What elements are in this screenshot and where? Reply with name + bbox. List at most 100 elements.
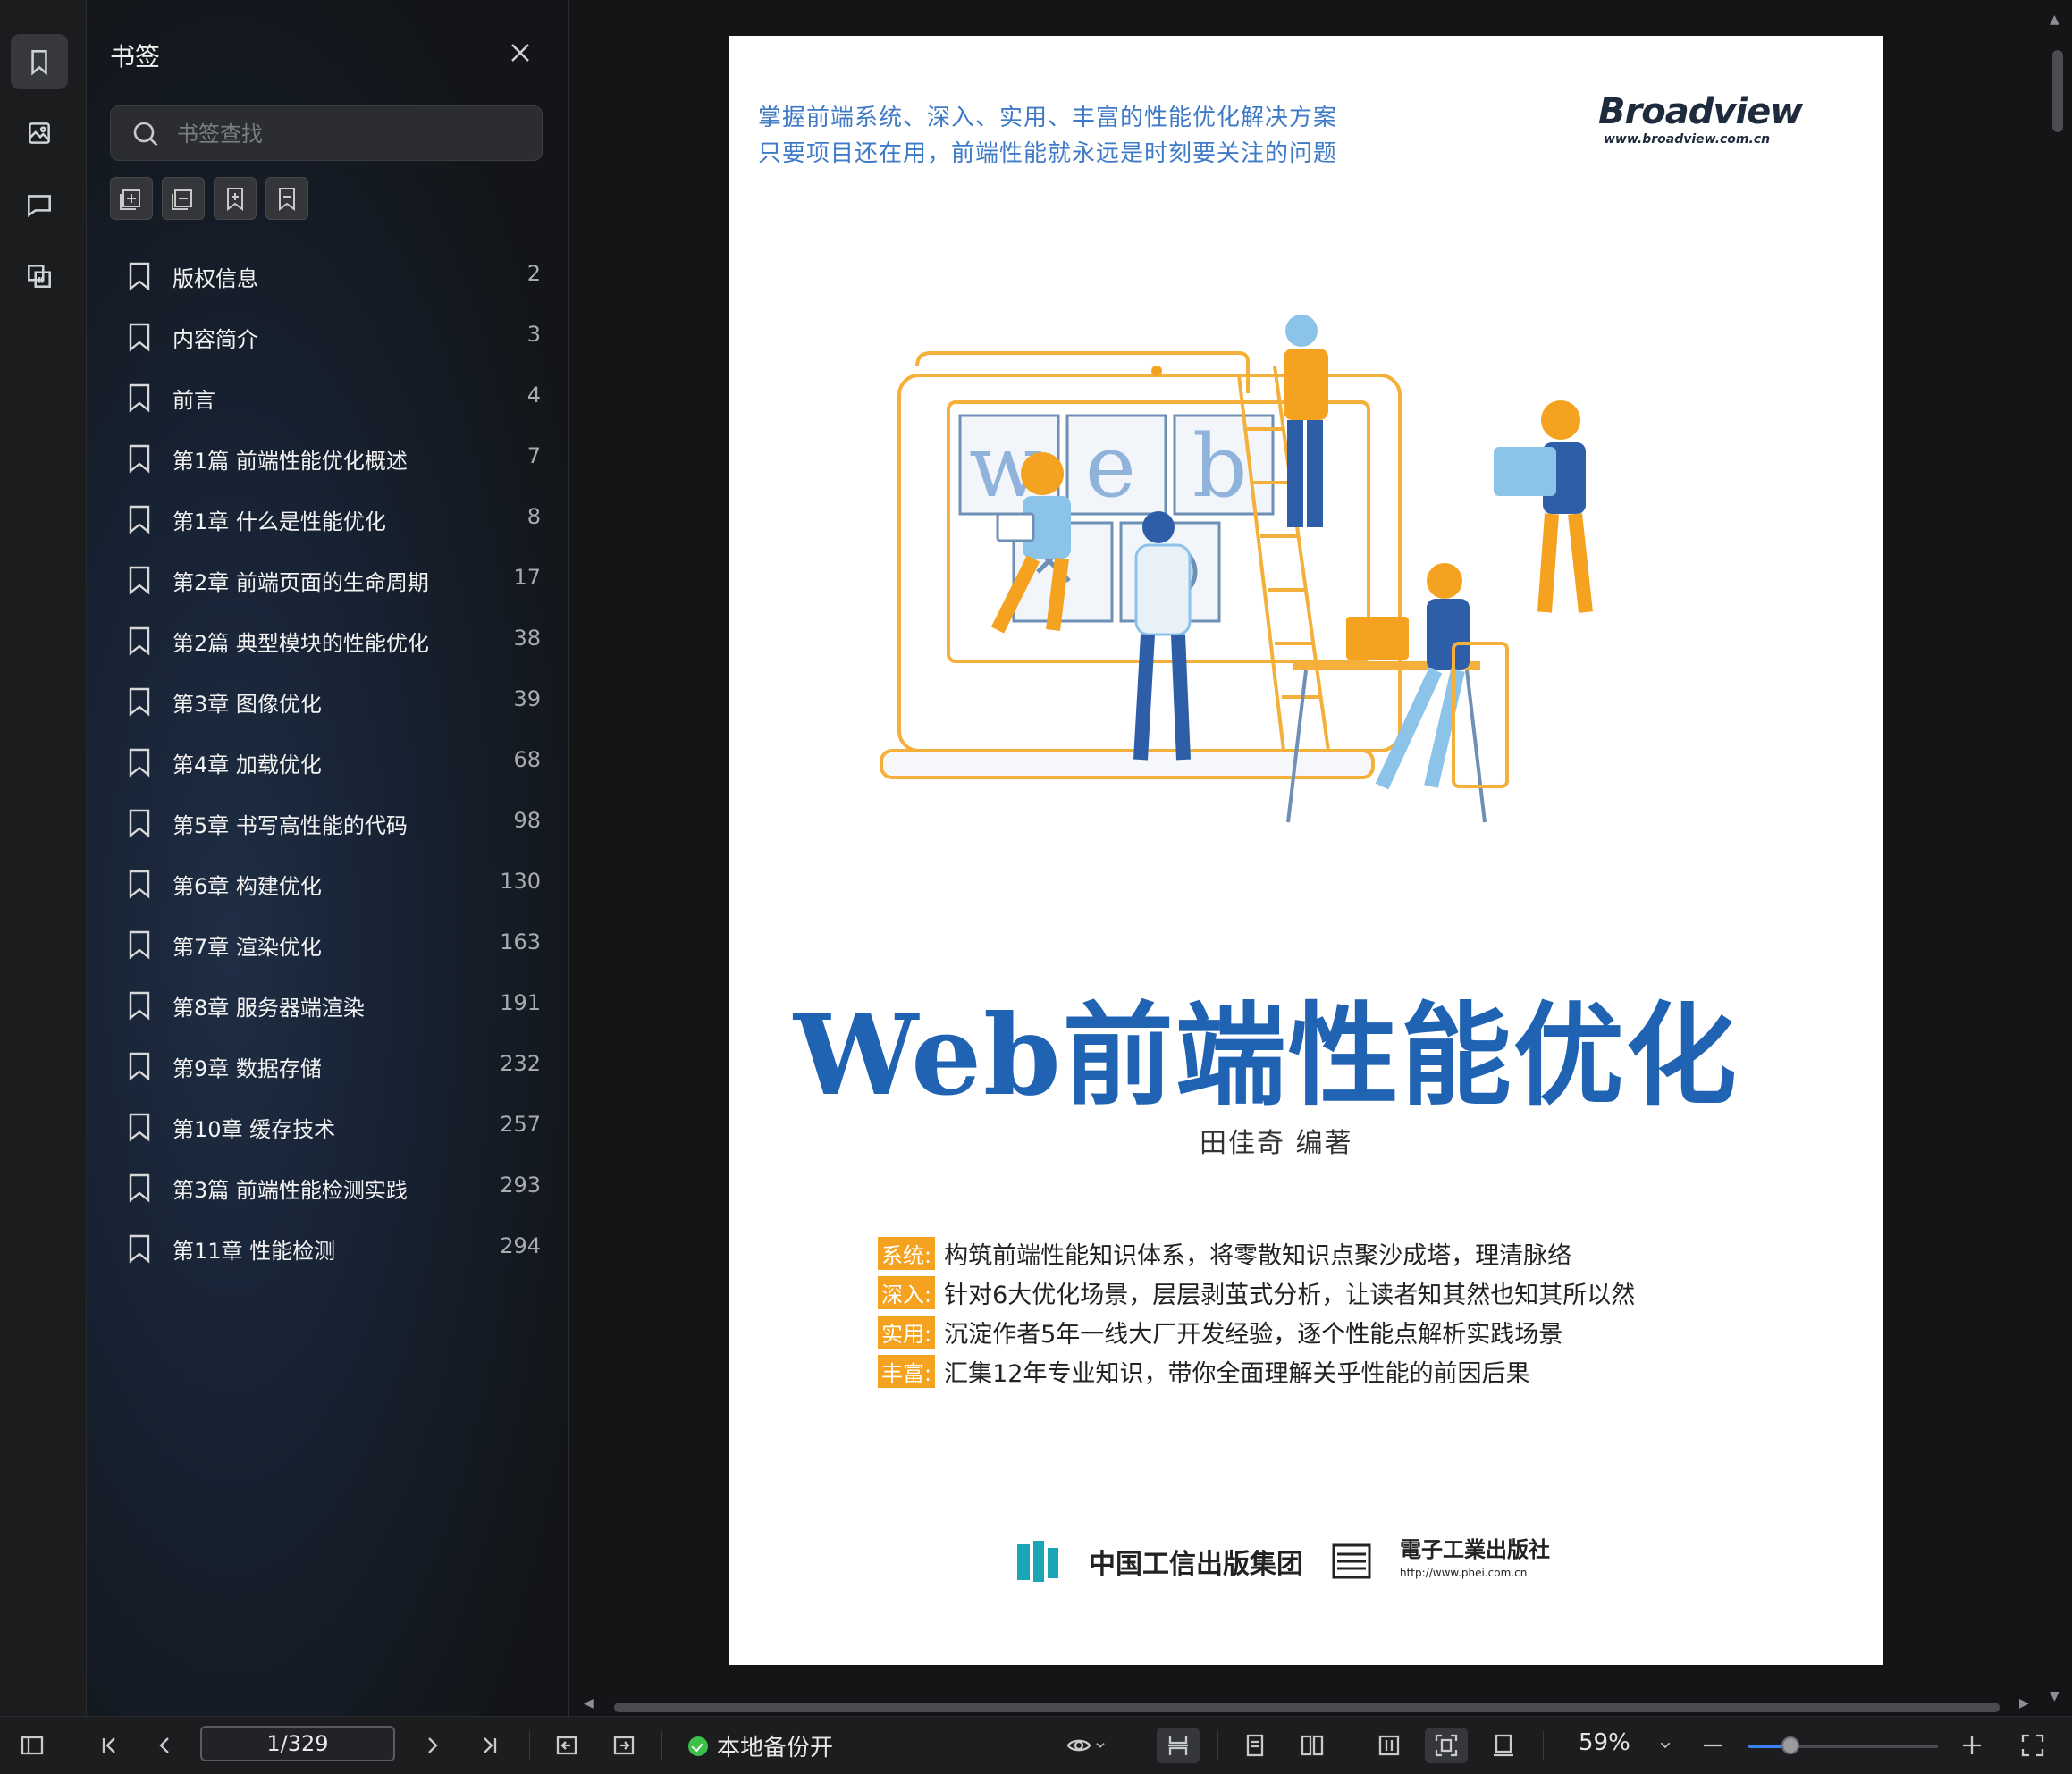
bookmark-icon xyxy=(129,323,150,352)
phei-name: 電子工業出版社 http://www.phei.com.cn xyxy=(1400,1538,1550,1585)
continuous-scroll-icon xyxy=(1168,1736,1188,1755)
rail-bookmarks-button[interactable] xyxy=(11,34,68,89)
bookmark-page-number: 38 xyxy=(513,626,541,651)
zoom-slider-knob[interactable] xyxy=(1781,1736,1799,1754)
bookmark-icon xyxy=(129,809,150,838)
chevron-down-icon xyxy=(1660,1742,1671,1749)
chevron-right-icon xyxy=(428,1737,438,1753)
navigate-forward-button[interactable] xyxy=(606,1728,642,1763)
fullscreen-icon xyxy=(2021,1734,2044,1757)
scroll-right-arrow-icon[interactable]: ▶ xyxy=(2019,1696,2029,1711)
bookmark-icon xyxy=(129,1173,150,1203)
rail-thumbnails-button[interactable] xyxy=(11,105,68,161)
bookmark-page-number: 8 xyxy=(526,504,541,529)
two-page-button[interactable] xyxy=(1293,1728,1332,1763)
phei-url: http://www.phei.com.cn xyxy=(1400,1567,1528,1579)
bookmark-item[interactable]: 第1篇 前端性能优化概述 7 xyxy=(110,427,548,488)
phei-name-text: 電子工業出版社 xyxy=(1400,1537,1550,1562)
bookmark-icon xyxy=(129,626,150,656)
remove-bookmark-button[interactable] xyxy=(265,177,308,220)
minus-icon xyxy=(1704,1744,1722,1747)
bookmark-label: 第6章 构建优化 xyxy=(173,874,322,899)
bookmark-item[interactable]: 第9章 数据存储 232 xyxy=(110,1035,548,1096)
collapse-all-button[interactable] xyxy=(162,177,205,220)
bookmark-label: 第8章 服务器端渲染 xyxy=(173,996,365,1021)
bookmark-item[interactable]: 第2章 前端页面的生命周期 17 xyxy=(110,549,548,610)
page-number-input[interactable] xyxy=(200,1726,395,1761)
chevron-down-icon xyxy=(1096,1743,1105,1748)
zoom-in-button[interactable] xyxy=(1954,1728,1990,1763)
bookmark-page-number: 293 xyxy=(500,1173,541,1198)
bookmark-label: 第3篇 前端性能检测实践 xyxy=(173,1178,408,1203)
miit-group-logo xyxy=(1017,1541,1058,1582)
bookmark-page-number: 17 xyxy=(513,565,541,590)
bookmark-item[interactable]: 第7章 渲染优化 163 xyxy=(110,913,548,974)
expand-all-icon xyxy=(120,189,140,210)
bookmark-item[interactable]: 版权信息 2 xyxy=(110,245,548,306)
fullscreen-button[interactable] xyxy=(2015,1728,2051,1763)
bookmark-search xyxy=(110,105,543,161)
bookmark-item[interactable]: 第1章 什么是性能优化 8 xyxy=(110,488,548,549)
fit-width-button[interactable] xyxy=(1369,1728,1409,1763)
bookmark-item[interactable]: 第3篇 前端性能检测实践 293 xyxy=(110,1156,548,1217)
first-page-button[interactable] xyxy=(91,1728,127,1763)
bookmark-label: 第11章 性能检测 xyxy=(173,1239,336,1264)
local-backup-status[interactable]: 本地备份开 xyxy=(688,1729,833,1762)
previous-page-button[interactable] xyxy=(147,1728,182,1763)
last-page-button[interactable] xyxy=(472,1728,508,1763)
bookmark-search-input[interactable] xyxy=(175,115,527,153)
bookmark-icon xyxy=(31,50,47,76)
zoom-level[interactable]: 59% xyxy=(1579,1729,1630,1756)
bookmark-page-number: 3 xyxy=(526,322,541,347)
fit-page-button[interactable] xyxy=(1425,1728,1468,1763)
actual-size-button[interactable] xyxy=(1484,1728,1523,1763)
bookmark-item[interactable]: 第8章 服务器端渲染 191 xyxy=(110,974,548,1035)
expand-all-button[interactable] xyxy=(110,177,153,220)
toggle-sidebar-button[interactable] xyxy=(14,1728,50,1763)
scroll-left-arrow-icon[interactable]: ◀ xyxy=(584,1696,594,1711)
bookmark-label: 第10章 缓存技术 xyxy=(173,1117,336,1142)
bookmark-item[interactable]: 第3章 图像优化 39 xyxy=(110,670,548,731)
horizontal-scrollbar-thumb[interactable] xyxy=(614,1703,2000,1712)
single-page-button[interactable] xyxy=(1235,1728,1275,1763)
feature-item: 丰富: 汇集12年专业知识，带你全面理解关乎性能的前因后果 xyxy=(878,1351,1635,1391)
navigate-back-button[interactable] xyxy=(549,1728,585,1763)
search-icon xyxy=(133,122,158,147)
bookmark-label: 版权信息 xyxy=(173,266,258,291)
continuous-scroll-button[interactable] xyxy=(1157,1728,1200,1763)
bookmark-item[interactable]: 第2篇 典型模块的性能优化 38 xyxy=(110,610,548,670)
bookmark-item[interactable]: 第4章 加载优化 68 xyxy=(110,731,548,792)
comment-icon xyxy=(28,195,51,218)
zoom-dropdown-button[interactable] xyxy=(1652,1728,1679,1763)
vertical-scrollbar-thumb[interactable] xyxy=(2052,50,2063,132)
bookmark-item[interactable]: 第6章 构建优化 130 xyxy=(110,853,548,913)
bookmark-item[interactable]: 前言 4 xyxy=(110,366,548,427)
book-cover-page: 掌握前端系统、深入、实用、丰富的性能优化解决方案 只要项目还在用，前端性能就永远… xyxy=(729,36,1883,1665)
rail-layers-button[interactable] xyxy=(11,248,68,304)
zoom-out-button[interactable] xyxy=(1695,1728,1731,1763)
fit-page-icon xyxy=(1435,1734,1458,1757)
bookmark-item[interactable]: 内容简介 3 xyxy=(110,306,548,366)
bookmark-page-number: 232 xyxy=(500,1051,541,1076)
next-page-button[interactable] xyxy=(415,1728,451,1763)
feature-item: 深入: 针对6大优化场景，层层剥茧式分析，让读者知其然也知其所以然 xyxy=(878,1273,1635,1312)
bookmark-icon xyxy=(129,930,150,960)
bookmark-page-number: 257 xyxy=(500,1112,541,1137)
bookmark-item[interactable]: 第11章 性能检测 294 xyxy=(110,1217,548,1278)
document-viewport[interactable]: 掌握前端系统、深入、实用、丰富的性能优化解决方案 只要项目还在用，前端性能就永远… xyxy=(569,0,2072,1716)
scroll-down-arrow-icon[interactable]: ▼ xyxy=(2050,1689,2059,1703)
bookmark-label: 第5章 书写高性能的代码 xyxy=(173,813,408,838)
single-page-icon xyxy=(1246,1734,1264,1757)
bookmark-item[interactable]: 第5章 书写高性能的代码 98 xyxy=(110,792,548,853)
layers-icon xyxy=(28,265,51,288)
feature-text: 汇集12年专业知识，带你全面理解关乎性能的前因后果 xyxy=(944,1359,1530,1388)
rail-comments-button[interactable] xyxy=(11,177,68,232)
scroll-up-arrow-icon[interactable]: ▲ xyxy=(2050,13,2059,27)
publisher-footer: 中国工信出版集团 電子工業出版社 http://www.phei.com.cn xyxy=(1014,1537,1550,1585)
close-panel-button[interactable] xyxy=(507,39,534,66)
add-bookmark-button[interactable] xyxy=(214,177,257,220)
view-mode-dropdown[interactable] xyxy=(1058,1728,1116,1763)
bookmark-item[interactable]: 第10章 缓存技术 257 xyxy=(110,1096,548,1156)
bookmark-label: 内容简介 xyxy=(173,327,258,352)
sidebar-rail xyxy=(0,0,87,1716)
